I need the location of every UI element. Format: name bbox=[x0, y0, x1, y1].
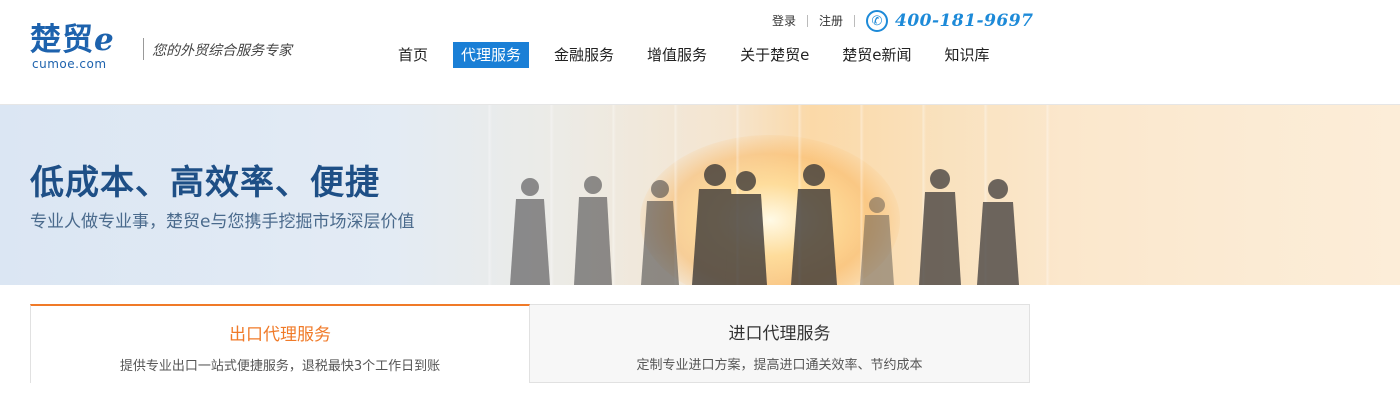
nav-knowledge-base[interactable]: 知识库 bbox=[937, 42, 998, 68]
logo-mark: 楚贸e bbox=[30, 22, 115, 58]
service-tabs: 出口代理服务 提供专业出口一站式便捷服务，退税最快3个工作日到账 进口代理服务 … bbox=[30, 304, 1030, 383]
tab-description: 提供专业出口一站式便捷服务，退税最快3个工作日到账 bbox=[119, 359, 441, 374]
hotline: ✆ 400-181-9697 bbox=[866, 10, 1033, 32]
main-nav: 首页 代理服务 金融服务 增值服务 关于楚贸e 楚贸e新闻 知识库 bbox=[390, 42, 1015, 68]
nav-value-added-services[interactable]: 增值服务 bbox=[639, 42, 715, 68]
nav-news[interactable]: 楚贸e新闻 bbox=[834, 42, 919, 68]
logo-domain: cumoe.com bbox=[32, 57, 107, 71]
banner-subtitle: 专业人做专业事，楚贸e与您携手挖掘市场深层价值 bbox=[30, 212, 415, 232]
logo[interactable]: 楚贸e cumoe.com bbox=[30, 22, 135, 74]
nav-finance-services[interactable]: 金融服务 bbox=[546, 42, 622, 68]
phone-icon: ✆ bbox=[866, 10, 888, 32]
tab-import-agency[interactable]: 进口代理服务 定制专业进口方案，提高进口通关效率、节约成本 bbox=[530, 304, 1030, 383]
tab-title: 出口代理服务 bbox=[229, 325, 331, 345]
divider bbox=[807, 14, 809, 27]
tab-export-agency[interactable]: 出口代理服务 提供专业出口一站式便捷服务，退税最快3个工作日到账 bbox=[30, 304, 530, 383]
banner-title: 低成本、高效率、便捷 bbox=[30, 163, 380, 203]
register-link[interactable]: 注册 bbox=[819, 12, 843, 29]
nav-home[interactable]: 首页 bbox=[390, 42, 436, 68]
site-header: 楚贸e cumoe.com 您的外贸综合服务专家 登录 注册 ✆ 400-181… bbox=[0, 0, 1400, 105]
hero-banner: 低成本、高效率、便捷 专业人做专业事，楚贸e与您携手挖掘市场深层价值 bbox=[0, 105, 1400, 285]
tab-description: 定制专业进口方案，提高进口通关效率、节约成本 bbox=[636, 358, 923, 373]
login-link[interactable]: 登录 bbox=[772, 12, 796, 29]
tab-title: 进口代理服务 bbox=[728, 324, 831, 344]
slogan: 您的外贸综合服务专家 bbox=[152, 43, 292, 59]
top-links: 登录 注册 bbox=[772, 12, 866, 29]
nav-about[interactable]: 关于楚贸e bbox=[732, 42, 817, 68]
hotline-number: 400-181-9697 bbox=[895, 11, 1034, 31]
logo-divider bbox=[143, 38, 144, 60]
business-people-silhouettes bbox=[510, 164, 1019, 285]
nav-agency-services[interactable]: 代理服务 bbox=[453, 42, 530, 68]
divider bbox=[854, 14, 856, 27]
